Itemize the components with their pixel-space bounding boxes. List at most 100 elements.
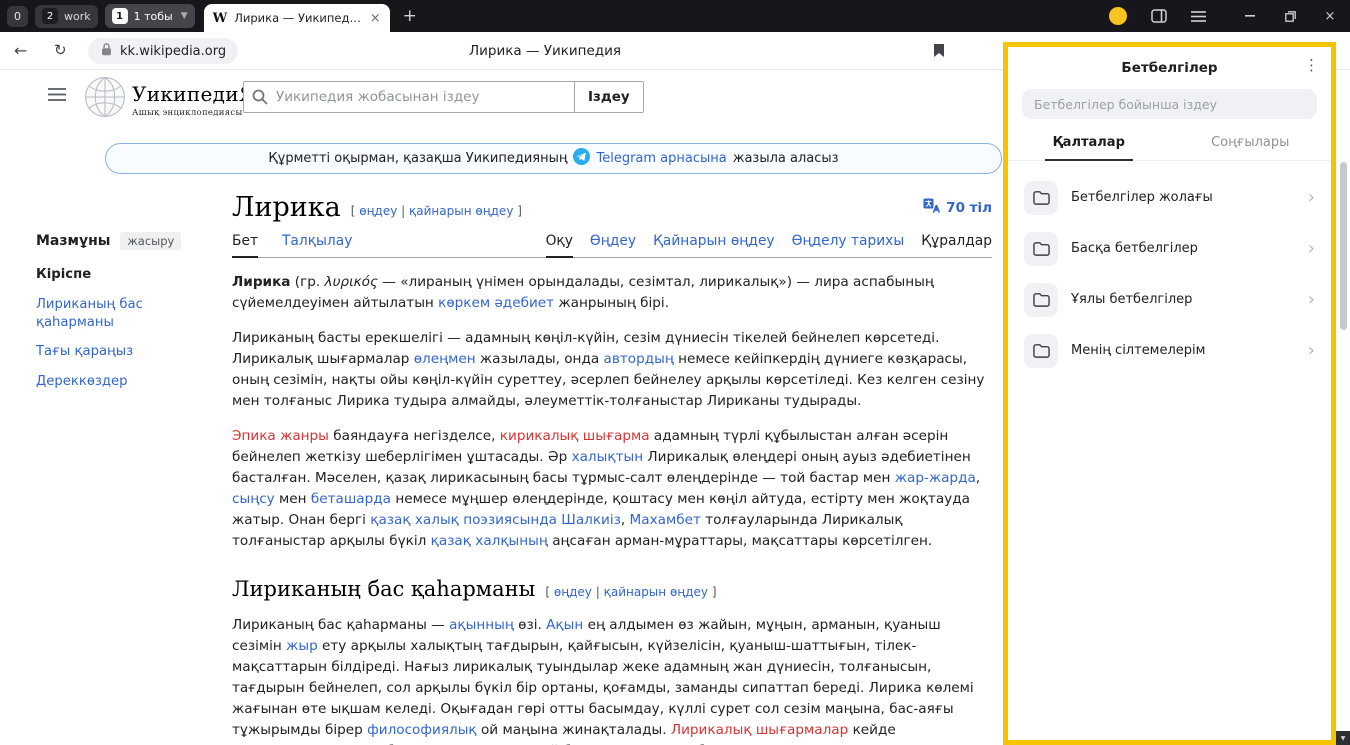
close-button[interactable]: × (1310, 0, 1350, 32)
article-title: Лирика (232, 192, 341, 223)
bookmarks-search-input[interactable] (1022, 89, 1317, 119)
wiki-search-bar: Іздеу (243, 81, 644, 113)
new-tab-button[interactable]: + (403, 8, 417, 25)
tab-talk[interactable]: Талқылау (282, 233, 352, 257)
wiki-link[interactable]: қазақ халық поэзиясында (370, 512, 557, 528)
tab-group-active[interactable]: 1 1 тобы ▼ (105, 4, 195, 28)
wiki-link[interactable]: сыңсу (232, 491, 275, 507)
wiki-link[interactable]: жар-жарда (895, 470, 976, 486)
toc-item-see-also[interactable]: Тағы қараңыз (36, 343, 212, 361)
wiki-menu-button[interactable] (48, 86, 66, 105)
wiki-link[interactable]: жыр (286, 638, 318, 654)
sitenotice-banner: Құрметті оқырман, қазақша Уикипедияның T… (105, 143, 1002, 174)
tab-title: Лирика — Уикипедия (234, 11, 362, 25)
wordmark-tagline: Ашық энциклопедиясы (132, 108, 255, 118)
browser-titlebar: 0 2 work 1 1 тобы ▼ W Лирика — Уикипедия… (0, 0, 1350, 32)
paragraph-3: Эпика жанры баяндауға негізделсе, кирика… (232, 426, 992, 552)
text-segment: жазылады, онда (476, 351, 604, 367)
section-heading: Лириканың бас қаһарманы (232, 577, 535, 601)
bookmarks-tabs: Қалталар Соңғылары (1008, 135, 1331, 161)
section-heading-row: Лириканың бас қаһарманы [ өңдеу | қайнар… (232, 577, 992, 601)
tab-recent[interactable]: Соңғылары (1170, 135, 1332, 160)
wiki-link[interactable]: Ақын (546, 617, 583, 633)
tab-group-zero-badge[interactable]: 0 (7, 6, 28, 27)
language-count: 70 тіл (946, 200, 992, 216)
wiki-link[interactable]: Лирикалық шығармалар (671, 722, 848, 738)
tab-history[interactable]: Өңделу тарихы (792, 233, 905, 257)
wiki-link[interactable]: қайнарын өңдеу (604, 585, 708, 599)
wiki-link[interactable]: өңдеу (554, 585, 592, 599)
wiki-link[interactable]: ақынның (449, 617, 514, 633)
folder-item-bookmarks-bar[interactable]: Бетбелгілер жолағы › (1008, 172, 1331, 223)
folder-item-other-bookmarks[interactable]: Басқа бетбелгілер › (1008, 223, 1331, 274)
text-segment: аңсаған арман-мұраттары, мақсаттары көрс… (548, 533, 932, 549)
wiki-link[interactable]: беташарда (311, 491, 391, 507)
bookmark-page-icon[interactable] (933, 43, 945, 62)
wikipedia-wordmark[interactable]: УикипедиЯ Ашық энциклопедиясы (132, 82, 255, 118)
minimize-button[interactable] (1230, 0, 1270, 32)
wiki-link[interactable]: қайнарын өңдеу (409, 204, 513, 218)
wiki-link[interactable]: өлеңмен (414, 351, 476, 367)
tab-edit[interactable]: Өңдеу (590, 233, 636, 257)
translate-icon (923, 198, 941, 217)
search-input[interactable] (243, 81, 575, 113)
account-avatar-icon[interactable] (1109, 7, 1127, 25)
wiki-link[interactable]: автордың (604, 351, 674, 367)
bookmarks-folder-list: Бетбелгілер жолағы › Басқа бетбелгілер ›… (1008, 172, 1331, 376)
wiki-link[interactable]: халықтын (572, 449, 644, 465)
folder-item-mobile-bookmarks[interactable]: Ұялы бетбелгілер › (1008, 274, 1331, 325)
telegram-channel-link[interactable]: Telegram арнасына (596, 151, 726, 166)
address-bar[interactable]: kk.wikipedia.org (88, 38, 238, 64)
kebab-menu-icon[interactable]: ⋮ (1304, 56, 1319, 74)
tab-page[interactable]: Бет (232, 233, 258, 258)
search-button[interactable]: Іздеу (575, 81, 644, 113)
tab-group-work[interactable]: 2 work (35, 5, 98, 28)
chevron-down-icon[interactable]: ▼ (181, 11, 188, 21)
page-scrollbar[interactable]: ▼ (1336, 70, 1350, 745)
tab-folders-label: Қалталар (1045, 135, 1133, 161)
wiki-link[interactable]: өңдеу (359, 204, 397, 218)
wiki-link[interactable]: кирикалық шығарма (500, 428, 650, 444)
wiki-link[interactable]: Махамбет (630, 512, 701, 528)
tab-tools[interactable]: Құралдар (921, 233, 992, 257)
toc-item-main-hero[interactable]: Лириканың бас қаһарманы (36, 296, 212, 332)
bookmarks-title: Бетбелгілер (1121, 60, 1217, 76)
reload-button[interactable]: ↻ (54, 41, 67, 59)
text-segment: жанрының бірі. (554, 295, 669, 311)
toc-hide-button[interactable]: жасыру (120, 232, 181, 250)
toc-item-intro[interactable]: Кіріспе (36, 266, 212, 284)
language-selector[interactable]: 70 тіл (923, 198, 992, 223)
tab-group-active-count: 1 (112, 8, 128, 24)
folder-icon (1024, 232, 1058, 266)
tab-group-work-count: 2 (42, 8, 58, 24)
wikipedia-logo[interactable] (84, 76, 126, 122)
navbar-page-title: Лирика — Уикипедия (469, 43, 621, 59)
text-segment: (гр. (290, 274, 320, 290)
browser-tab-active[interactable]: W Лирика — Уикипедия × (204, 4, 390, 32)
toc-header: Мазмұны жасыру (36, 232, 212, 250)
search-input-wrap (243, 81, 575, 113)
toc-item-references[interactable]: Дереккөздер (36, 373, 212, 391)
side-panel-icon[interactable] (1151, 9, 1167, 23)
back-button[interactable]: ← (14, 41, 27, 60)
browser-menu-icon[interactable] (1191, 11, 1206, 22)
scrollbar-down-button[interactable]: ▼ (1336, 731, 1350, 745)
tab-read[interactable]: Оқу (546, 233, 573, 258)
wiki-link[interactable]: қазақ халқының (431, 533, 548, 549)
banner-text-after: жазыла аласыз (733, 151, 839, 166)
chevron-right-icon: › (1308, 342, 1315, 360)
tab-folders[interactable]: Қалталар (1008, 135, 1170, 160)
wiki-link[interactable]: Эпика жанры (232, 428, 329, 444)
tab-close-icon[interactable]: × (370, 11, 381, 26)
wiki-link[interactable]: көркем әдебиет (438, 295, 554, 311)
maximize-button[interactable] (1270, 0, 1310, 32)
folder-icon (1024, 283, 1058, 317)
tab-edit-source[interactable]: Қайнарын өңдеу (653, 233, 775, 257)
wikipedia-favicon: W (213, 11, 228, 26)
paragraph-4: Лириканың бас қаһарманы — ақынның өзі. А… (232, 615, 992, 745)
folder-item-my-links[interactable]: Менің сілтемелерім › (1008, 325, 1331, 376)
wiki-link[interactable]: Шалкиіз (561, 512, 621, 528)
scrollbar-thumb[interactable] (1340, 162, 1347, 330)
wiki-link[interactable]: философиялық (367, 722, 477, 738)
toc-title: Мазмұны (36, 233, 110, 249)
